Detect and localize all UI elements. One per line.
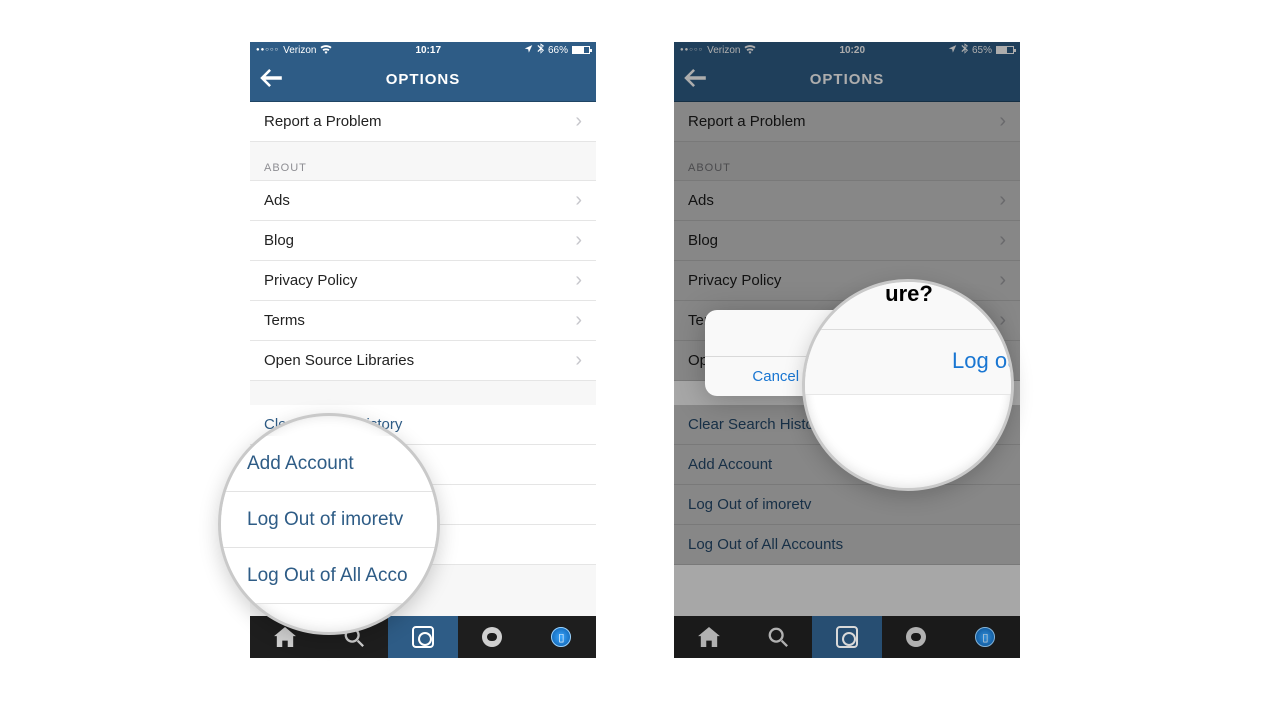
tab-camera[interactable] — [812, 616, 881, 658]
chevron-right-icon: › — [999, 110, 1006, 133]
section-header-about: ABOUT — [674, 142, 1020, 181]
signal-dots-icon: ●●○○○ — [256, 47, 279, 53]
row-label: Open Source Libraries — [264, 352, 414, 369]
mag-alert-title: ure? — [802, 279, 1014, 330]
battery-icon — [996, 46, 1014, 54]
tab-search[interactable] — [743, 616, 812, 658]
link-logout-one[interactable]: Log Out of imoretv — [674, 485, 1020, 525]
row-ads[interactable]: Ads › — [674, 181, 1020, 221]
chevron-right-icon: › — [575, 229, 582, 252]
chevron-right-icon: › — [575, 269, 582, 292]
chevron-right-icon: › — [575, 110, 582, 133]
signal-dots-icon: ●●○○○ — [680, 47, 703, 53]
tab-activity[interactable] — [458, 616, 527, 658]
link-label: Add Account — [688, 456, 772, 473]
battery-icon — [572, 46, 590, 54]
row-ads[interactable]: Ads › — [250, 181, 596, 221]
row-blog[interactable]: Blog › — [250, 221, 596, 261]
chevron-right-icon: › — [575, 309, 582, 332]
battery-pct: 66% — [548, 45, 568, 56]
chevron-right-icon: › — [575, 189, 582, 212]
nav-header: OPTIONS — [250, 58, 596, 102]
bluetooth-icon — [961, 43, 968, 57]
row-terms[interactable]: Terms › — [250, 301, 596, 341]
battery-pct: 65% — [972, 45, 992, 56]
page-title: OPTIONS — [810, 71, 885, 88]
row-report-problem[interactable]: Report a Problem › — [250, 102, 596, 142]
back-arrow-icon[interactable] — [260, 67, 282, 93]
status-time: 10:20 — [839, 45, 865, 56]
row-label: Privacy Policy — [264, 272, 357, 289]
wifi-icon — [744, 44, 756, 57]
tab-home[interactable] — [674, 616, 743, 658]
status-time: 10:17 — [415, 45, 441, 56]
chevron-right-icon: › — [999, 189, 1006, 212]
mag-row-logout-all: Log Out of All Acco — [221, 548, 437, 604]
mag-row-logout-one: Log Out of imoretv — [221, 492, 437, 548]
row-label: Blog — [688, 232, 718, 249]
tab-profile[interactable]: ▯ — [527, 616, 596, 658]
row-label: Report a Problem — [264, 113, 382, 130]
row-blog[interactable]: Blog › — [674, 221, 1020, 261]
link-logout-all[interactable]: Log Out of All Accounts — [674, 525, 1020, 565]
location-icon — [524, 44, 533, 56]
row-label: Blog — [264, 232, 294, 249]
wifi-icon — [320, 44, 332, 57]
location-icon — [948, 44, 957, 56]
section-header-about: ABOUT — [250, 142, 596, 181]
row-label: Privacy Policy — [688, 272, 781, 289]
chevron-right-icon: › — [575, 349, 582, 372]
row-privacy[interactable]: Privacy Policy › — [250, 261, 596, 301]
carrier-label: Verizon — [283, 45, 316, 56]
callout-magnifier-right: ure? . Log out — [802, 279, 1014, 491]
row-label: Terms — [264, 312, 305, 329]
status-bar: ●●○○○ Verizon 10:20 65% — [674, 42, 1020, 58]
callout-magnifier-left: … Add Account Log Out of imoretv Log Out… — [218, 413, 440, 635]
row-label: Ads — [688, 192, 714, 209]
page-title: OPTIONS — [386, 71, 461, 88]
mag-alert-logout: Log out — [910, 330, 1015, 394]
row-open-source[interactable]: Open Source Libraries › — [250, 341, 596, 381]
tab-profile[interactable]: ▯ — [951, 616, 1020, 658]
tab-bar: ▯ — [674, 616, 1020, 658]
back-arrow-icon[interactable] — [684, 67, 706, 93]
bluetooth-icon — [537, 43, 544, 57]
carrier-label: Verizon — [707, 45, 740, 56]
status-bar: ●●○○○ Verizon 10:17 66% — [250, 42, 596, 58]
tab-activity[interactable] — [882, 616, 951, 658]
mag-alert: ure? . Log out — [802, 279, 1014, 395]
row-label: Ads — [264, 192, 290, 209]
chevron-right-icon: › — [999, 229, 1006, 252]
link-label: Log Out of imoretv — [688, 496, 811, 513]
row-label: Report a Problem — [688, 113, 806, 130]
row-report-problem[interactable]: Report a Problem › — [674, 102, 1020, 142]
mag-row-add-account: Add Account — [221, 436, 437, 492]
nav-header: OPTIONS — [674, 58, 1020, 102]
link-label: Log Out of All Accounts — [688, 536, 843, 553]
